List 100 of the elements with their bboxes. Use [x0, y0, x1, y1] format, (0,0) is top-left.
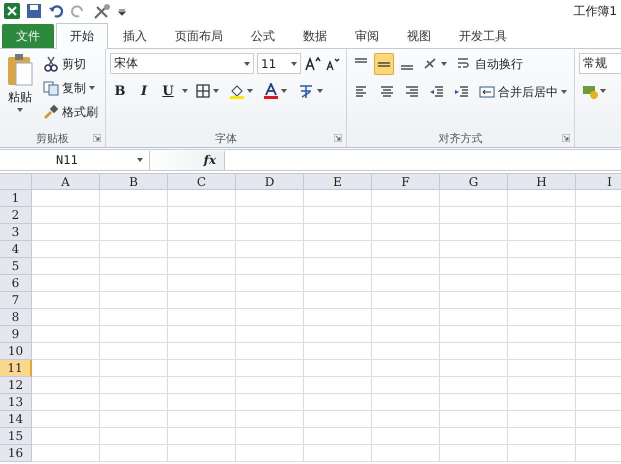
sheet-cell[interactable]	[236, 258, 304, 275]
dropdown-caret-icon[interactable]	[291, 62, 297, 66]
sheet-cell[interactable]	[440, 377, 508, 394]
dialog-launcher-icon[interactable]	[93, 134, 101, 142]
row-header[interactable]: 16	[0, 445, 32, 462]
sheet-cell[interactable]	[304, 258, 372, 275]
sheet-cell[interactable]	[304, 394, 372, 411]
wrap-text-button[interactable]: 自动换行	[453, 53, 526, 75]
bold-button[interactable]: B	[110, 80, 130, 102]
sheet-cell[interactable]	[168, 428, 236, 445]
sheet-cell[interactable]	[168, 445, 236, 462]
ribbon-tab[interactable]: 插入	[110, 24, 160, 48]
column-header[interactable]: I	[576, 174, 621, 190]
sheet-cell[interactable]	[440, 360, 508, 377]
sheet-cell[interactable]	[508, 411, 576, 428]
dropdown-caret-icon[interactable]	[281, 89, 287, 93]
sheet-cell[interactable]	[32, 411, 100, 428]
row-header[interactable]: 2	[0, 207, 32, 224]
sheet-cell[interactable]	[100, 207, 168, 224]
dropdown-caret-icon[interactable]	[441, 62, 447, 66]
sheet-cell[interactable]	[304, 326, 372, 343]
copy-button[interactable]: 复制	[40, 77, 101, 99]
sheet-cell[interactable]	[508, 207, 576, 224]
sheet-cell[interactable]	[100, 190, 168, 207]
row-header[interactable]: 11	[0, 360, 32, 377]
sheet-cell[interactable]	[236, 326, 304, 343]
sheet-cell[interactable]	[440, 309, 508, 326]
sheet-cell[interactable]	[100, 309, 168, 326]
row-header[interactable]: 6	[0, 275, 32, 292]
sheet-cell[interactable]	[100, 292, 168, 309]
sheet-cell[interactable]	[236, 343, 304, 360]
dropdown-caret-icon[interactable]	[600, 89, 606, 93]
sheet-cell[interactable]	[304, 224, 372, 241]
sheet-cell[interactable]	[304, 207, 372, 224]
sheet-cell[interactable]	[100, 377, 168, 394]
sheet-cell[interactable]	[304, 360, 372, 377]
row-header[interactable]: 13	[0, 394, 32, 411]
sheet-cell[interactable]	[508, 394, 576, 411]
ribbon-tab[interactable]: 视图	[394, 24, 444, 48]
sheet-cell[interactable]	[304, 343, 372, 360]
sheet-cell[interactable]	[440, 292, 508, 309]
dropdown-caret-icon[interactable]	[17, 108, 23, 112]
sheet-cell[interactable]	[304, 428, 372, 445]
sheet-cell[interactable]	[168, 411, 236, 428]
sheet-cell[interactable]	[440, 428, 508, 445]
sheet-cell[interactable]	[508, 377, 576, 394]
sheet-cell[interactable]	[100, 241, 168, 258]
sheet-cell[interactable]	[32, 428, 100, 445]
row-header[interactable]: 12	[0, 377, 32, 394]
sheet-cell[interactable]	[168, 377, 236, 394]
sheet-cell[interactable]	[372, 411, 440, 428]
sheet-cell[interactable]	[168, 394, 236, 411]
undo-icon[interactable]	[48, 3, 64, 19]
shrink-font-icon[interactable]	[325, 56, 341, 72]
ribbon-tab[interactable]: 数据	[290, 24, 340, 48]
select-all-corner[interactable]	[0, 174, 32, 190]
dropdown-caret-icon[interactable]	[213, 89, 219, 93]
sheet-cell[interactable]	[304, 292, 372, 309]
sheet-cell[interactable]	[508, 258, 576, 275]
sheet-cell[interactable]	[372, 377, 440, 394]
sheet-cell[interactable]	[168, 190, 236, 207]
sheet-cell[interactable]	[372, 292, 440, 309]
sheet-cell[interactable]	[32, 360, 100, 377]
sheet-cell[interactable]	[372, 445, 440, 462]
row-header[interactable]: 9	[0, 326, 32, 343]
sheet-cell[interactable]	[372, 360, 440, 377]
sheet-cell[interactable]	[236, 224, 304, 241]
sheet-cell[interactable]	[32, 258, 100, 275]
sheet-cell[interactable]	[32, 224, 100, 241]
ribbon-tab[interactable]: 审阅	[342, 24, 392, 48]
row-header[interactable]: 14	[0, 411, 32, 428]
dropdown-caret-icon[interactable]	[247, 89, 253, 93]
sheet-cell[interactable]	[236, 292, 304, 309]
ribbon-tab[interactable]: 开始	[56, 23, 108, 49]
sheet-cell[interactable]	[440, 224, 508, 241]
sheet-cell[interactable]	[304, 241, 372, 258]
sheet-cell[interactable]	[168, 224, 236, 241]
sheet-cell[interactable]	[236, 190, 304, 207]
tools-icon[interactable]	[92, 3, 112, 19]
row-header[interactable]: 5	[0, 258, 32, 275]
column-header[interactable]: F	[372, 174, 440, 190]
sheet-cell[interactable]	[372, 190, 440, 207]
sheet-cell[interactable]	[32, 241, 100, 258]
sheet-cell[interactable]	[508, 309, 576, 326]
sheet-cell[interactable]	[100, 343, 168, 360]
sheet-cell[interactable]	[372, 343, 440, 360]
sheet-cell[interactable]	[508, 292, 576, 309]
sheet-cell[interactable]	[32, 394, 100, 411]
format-painter-button[interactable]: 格式刷	[40, 101, 101, 123]
sheet-cell[interactable]	[508, 224, 576, 241]
sheet-cell[interactable]	[372, 309, 440, 326]
sheet-cell[interactable]	[32, 445, 100, 462]
sheet-cell[interactable]	[236, 411, 304, 428]
sheet-cell[interactable]	[32, 207, 100, 224]
column-header[interactable]: H	[508, 174, 576, 190]
sheet-cell[interactable]	[100, 275, 168, 292]
paste-button[interactable]: 粘贴	[4, 53, 36, 129]
underline-button[interactable]: U	[158, 80, 178, 102]
row-header[interactable]: 15	[0, 428, 32, 445]
sheet-cell[interactable]	[440, 275, 508, 292]
